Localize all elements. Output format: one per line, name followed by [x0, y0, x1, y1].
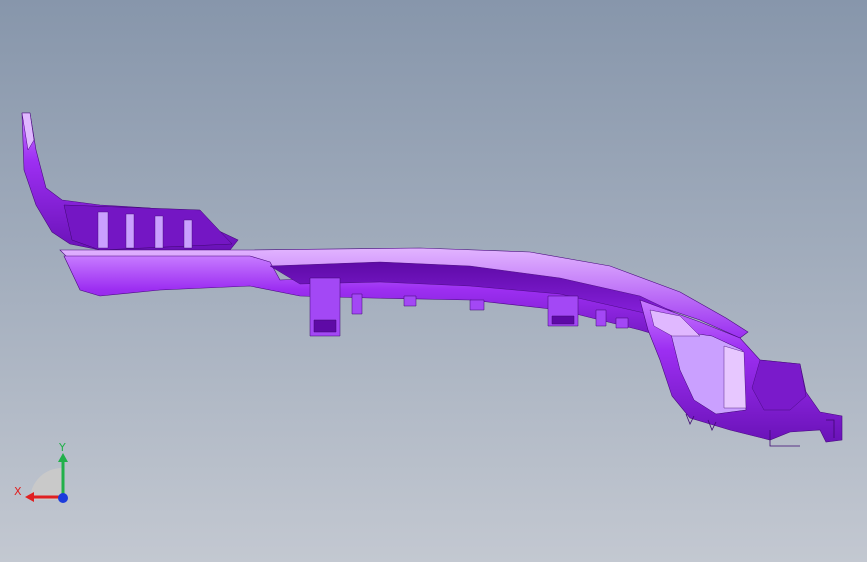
right-end-block — [751, 359, 807, 411]
part-model[interactable] — [0, 0, 867, 562]
graphics-viewport[interactable]: Y X — [0, 0, 867, 562]
triad-graphic — [25, 453, 68, 503]
y-axis-label: Y — [59, 441, 66, 454]
rib-pocket — [63, 204, 233, 251]
x-axis-label: X — [14, 485, 22, 498]
triad-base-quadrant — [30, 468, 62, 500]
orientation-triad: Y X — [10, 440, 80, 510]
z-axis-dot — [58, 493, 68, 503]
right-end-recess-inner — [723, 345, 747, 409]
